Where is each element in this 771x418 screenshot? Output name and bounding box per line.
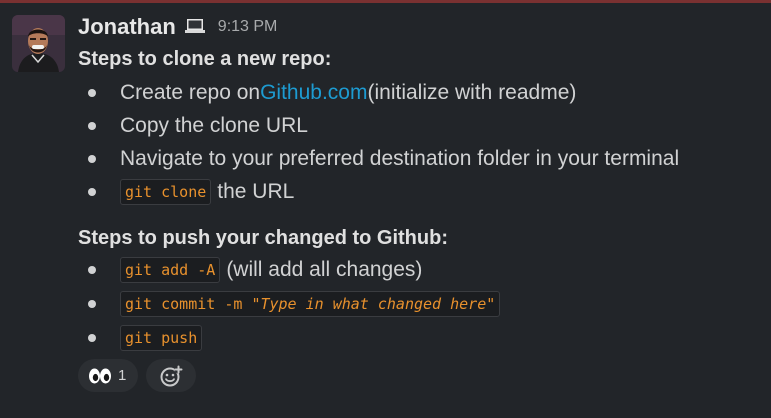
list-item: git add -A (will add all changes) <box>88 256 422 284</box>
code-snippet: git add -A <box>120 257 221 283</box>
code-prefix: git commit -m <box>125 295 252 313</box>
item-text: the URL <box>217 180 295 203</box>
bullet-icon <box>88 266 96 274</box>
avatar[interactable] <box>12 15 65 72</box>
laptop-icon <box>184 18 206 36</box>
author-name[interactable]: Jonathan <box>78 14 176 40</box>
message: Jonathan 9:13 PM Steps to clone a new re… <box>0 3 771 418</box>
reaction-count: 1 <box>118 367 127 384</box>
code-snippet: git push <box>120 325 203 351</box>
timestamp[interactable]: 9:13 PM <box>218 18 278 36</box>
item-text: Copy the clone URL <box>120 114 308 137</box>
bullet-icon <box>88 122 96 130</box>
bullet-icon <box>88 155 96 163</box>
item-text: Create repo on <box>120 81 261 104</box>
list-item: Create repo on Github.com (initialize wi… <box>88 79 576 107</box>
section-title-clone: Steps to clone a new repo: <box>78 48 332 70</box>
code-italic: Type in what changed here <box>260 295 487 313</box>
bullet-icon <box>88 334 96 342</box>
add-reaction-icon <box>160 365 183 386</box>
user-avatar-icon <box>12 15 65 72</box>
reaction-eyes[interactable]: 1 <box>78 359 138 392</box>
list-item: Copy the clone URL <box>88 112 308 140</box>
item-text: (initialize with readme) <box>367 81 577 104</box>
list-item: Navigate to your preferred destination f… <box>88 145 679 173</box>
code-snippet: git commit -m "Type in what changed here… <box>120 291 501 317</box>
list-item: git commit -m "Type in what changed here… <box>88 290 506 318</box>
code-snippet: git clone <box>120 179 212 205</box>
reactions-bar: 1 <box>78 359 196 392</box>
github-link[interactable]: Github.com <box>260 81 367 105</box>
eyes-emoji-icon <box>89 368 111 383</box>
list-item: git push <box>88 324 208 352</box>
list-item: git clone the URL <box>88 178 294 206</box>
bullet-icon <box>88 300 96 308</box>
code-quote-close: " <box>486 295 496 313</box>
add-reaction-button[interactable] <box>146 359 196 392</box>
item-text: Navigate to your preferred destination f… <box>120 147 680 170</box>
bullet-icon <box>88 188 96 196</box>
bullet-icon <box>88 89 96 97</box>
message-header: Jonathan 9:13 PM <box>78 13 277 41</box>
section-title-push: Steps to push your changed to Github: <box>78 227 448 249</box>
item-text: (will add all changes) <box>226 258 423 281</box>
